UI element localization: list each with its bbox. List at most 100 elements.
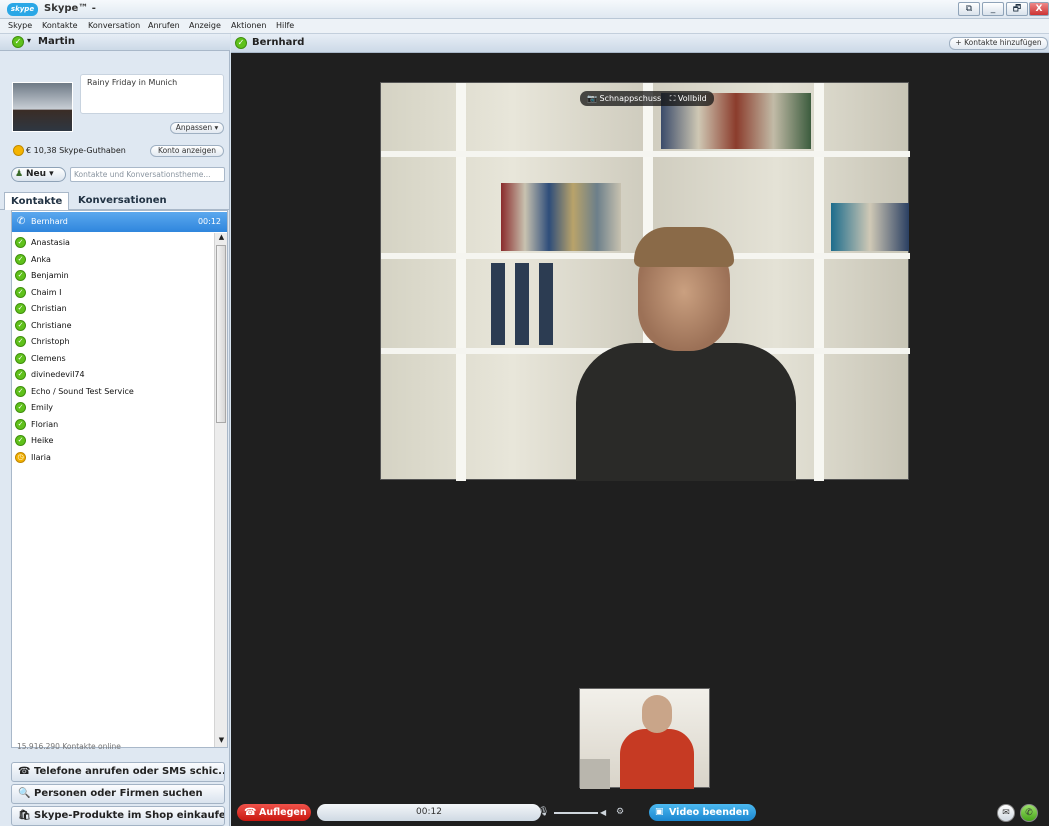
contact-name: Christoph [31,337,70,346]
menu-anzeige[interactable]: Anzeige [189,21,221,30]
list-item[interactable]: ✓ divinedevil74 [12,367,212,383]
search-row: ♟ Neu ▾ Kontakte und Konversationstheme.… [0,164,230,186]
list-item[interactable]: ✓ Christiane [12,318,212,334]
chevron-down-icon[interactable]: ▾ [27,36,31,45]
scrollbar[interactable]: ▲ ▼ [214,233,227,747]
close-button[interactable]: X [1029,2,1049,16]
status-online-icon: ✓ [15,253,26,265]
contact-name: Christian [31,304,67,313]
status-away-icon: ◷ [15,451,26,463]
remote-video[interactable]: 📷 Schnappschuss ⛶ Vollbild [380,82,910,481]
maximize-button[interactable]: 🗗 [1006,2,1028,16]
tab-contacts[interactable]: Kontakte [4,192,70,210]
add-contacts-button[interactable]: + Kontakte hinzufügen [949,37,1048,50]
status-online-icon[interactable]: ✓ [12,36,24,48]
preview-furniture [580,759,610,789]
volume-slider[interactable] [554,812,598,814]
binder [491,263,505,345]
shop-button[interactable]: 🛍 Skype-Produkte im Shop einkaufen [11,806,225,826]
active-call-row[interactable]: ✆ Bernhard 00:12 [12,212,227,232]
search-input[interactable]: Kontakte und Konversationstheme... [70,167,225,182]
snapshot-button[interactable]: 📷 Schnappschuss [587,94,661,103]
list-item[interactable]: ✓ Florian [12,417,212,433]
list-item[interactable]: ✓ Clemens [12,351,212,367]
conversation-title[interactable]: Bernhard [252,37,304,48]
customize-button[interactable]: Anpassen ▾ [170,122,224,134]
hangup-button[interactable]: ☎ Auflegen [237,804,311,821]
menu-bar: Skype Kontakte Konversation Anrufen Anze… [0,19,1049,34]
mic-icon[interactable]: 🎙 [538,804,549,821]
active-call-name: Bernhard [31,217,68,226]
list-item[interactable]: ✓ Christian [12,301,212,317]
fullscreen-button[interactable]: ⛶ Vollbild [670,94,707,103]
restore-icon[interactable]: ⧉ [958,2,980,16]
list-item[interactable]: ✓ Christoph [12,334,212,350]
menu-konversation[interactable]: Konversation [88,21,140,30]
tab-conversations[interactable]: Konversationen [72,192,173,210]
video-end-button[interactable]: ▣ Video beenden [649,804,756,821]
chat-icon[interactable]: ✉ [997,804,1015,822]
scroll-down-icon[interactable]: ▼ [216,736,227,747]
credit-row: € 10,38 Skype-Guthaben Konto anzeigen [0,142,230,160]
conversation-header: ✓ Bernhard + Kontakte hinzufügen [231,34,1049,53]
minimize-button[interactable]: _ [982,2,1004,16]
status-online-icon: ✓ [15,286,26,298]
contact-name: Anka [31,254,51,264]
avatar[interactable] [12,82,73,132]
list-item[interactable]: ✓ Emily [12,400,212,416]
status-online-icon: ✓ [15,402,26,413]
list-item[interactable]: ◷ Ilaria [12,450,212,466]
profile-header[interactable]: ✓ ▾ Martin [0,34,230,51]
status-online-icon: ✓ [15,303,26,314]
credit-text[interactable]: € 10,38 Skype-Guthaben [26,146,126,155]
contact-name: Ilaria [31,452,51,462]
status-online-icon: ✓ [15,385,26,397]
menu-skype[interactable]: Skype [8,21,32,30]
shelf-post [814,83,824,481]
window-title: Skype™ - [44,3,96,14]
phone-icon: ✆ [17,216,26,227]
profile-box: Rainy Friday in Munich Anpassen ▾ [12,74,224,134]
contact-name: Emily [31,403,54,412]
list-item[interactable]: ✓ Heike [12,433,212,449]
account-button[interactable]: Konto anzeigen [150,145,224,157]
list-item[interactable]: ✓ Chaim I [12,285,212,301]
new-button[interactable]: ♟ Neu ▾ [11,167,66,182]
call-icon[interactable]: ✆ [1020,804,1038,822]
contact-name: Heike [31,436,54,445]
menu-hilfe[interactable]: Hilfe [276,21,294,30]
person-hair [634,227,734,267]
search-people-label: Personen oder Firmen suchen [34,788,203,799]
phones-button[interactable]: ☎ Telefone anrufen oder SMS schic... [11,762,225,782]
sidebar: ✓ ▾ Martin Rainy Friday in Munich Anpass… [0,34,230,826]
status-online-icon: ✓ [235,37,247,49]
speaker-icon[interactable]: ◀ [600,804,606,821]
scroll-up-icon[interactable]: ▲ [216,233,227,244]
search-icon: 🔍 [18,788,31,799]
list-item[interactable]: ✓ Echo / Sound Test Service [12,384,212,400]
video-end-label: Video beenden [669,807,749,818]
contact-list: ✆ Bernhard 00:12 ✓ Anastasia ✓ Anka ✓ Benja… [11,210,228,748]
coin-icon [13,145,24,156]
menu-aktionen[interactable]: Aktionen [231,21,266,30]
self-video-preview[interactable] [579,688,710,789]
contact-name: Benjamin [31,271,69,280]
remote-person [576,227,796,481]
contact-name: Chaim I [31,287,62,297]
list-item[interactable]: ✓ Anka [12,252,212,268]
call-timer: 00:12 [317,804,541,821]
settings-icon[interactable]: ⚙ [616,804,624,821]
menu-anrufen[interactable]: Anrufen [148,21,180,30]
preview-body [620,729,694,789]
status-online-icon: ✓ [15,369,26,380]
mood-message[interactable]: Rainy Friday in Munich [80,74,224,114]
shelf [381,151,910,157]
status-online-icon: ✓ [15,237,26,248]
hangup-icon: ☎ [244,807,257,818]
menu-kontakte[interactable]: Kontakte [42,21,78,30]
list-item[interactable]: ✓ Anastasia [12,235,212,251]
search-people-button[interactable]: 🔍 Personen oder Firmen suchen [11,784,225,804]
scrollbar-thumb[interactable] [216,245,226,423]
list-item[interactable]: ✓ Benjamin [12,268,212,284]
person-shirt [576,343,796,481]
